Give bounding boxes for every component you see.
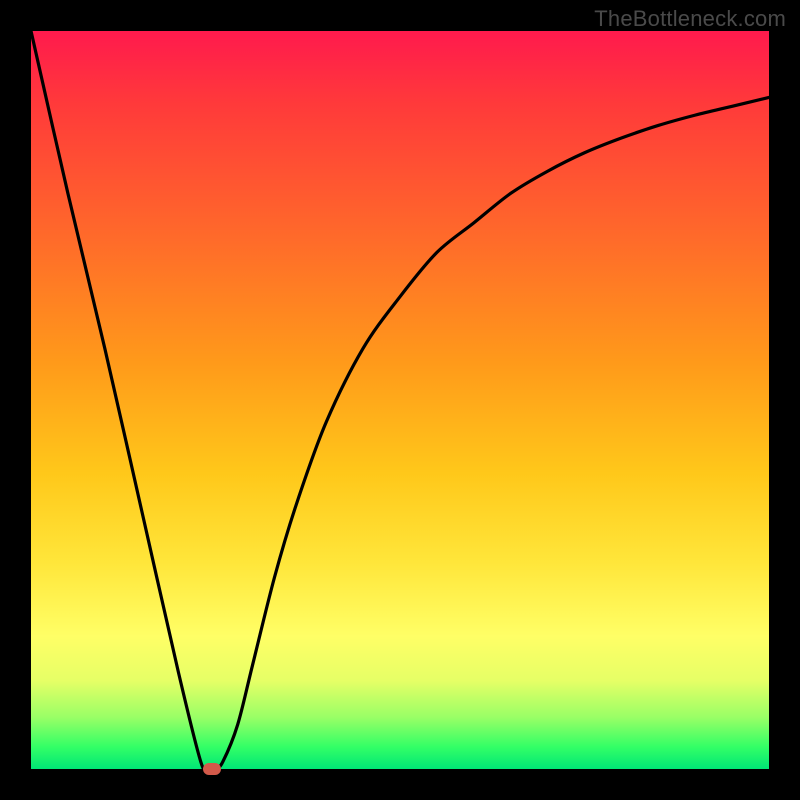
plot-area: [31, 31, 769, 769]
bottleneck-curve: [31, 31, 769, 769]
chart-frame: TheBottleneck.com: [0, 0, 800, 800]
optimum-marker: [203, 763, 221, 775]
watermark-text: TheBottleneck.com: [594, 6, 786, 32]
